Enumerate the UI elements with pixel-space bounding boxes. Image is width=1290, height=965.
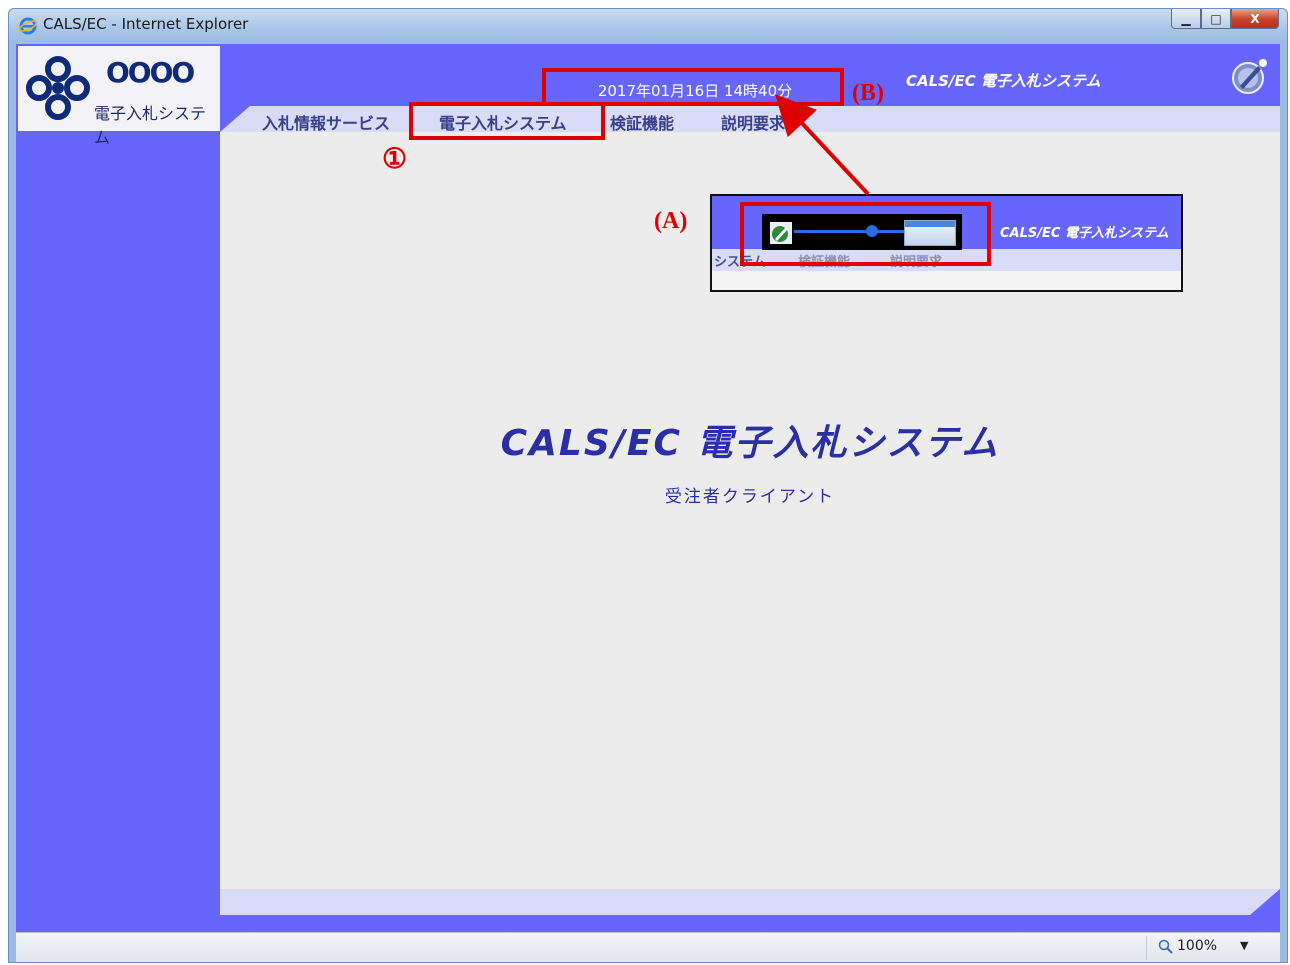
window-controls: ▁ □ X [1171,9,1279,31]
close-button[interactable]: X [1231,9,1279,29]
window-title: CALS/EC - Internet Explorer [43,15,249,33]
menu-item-explanation-request[interactable]: 説明要求 [721,110,785,134]
highlight-box-menu [409,102,605,140]
header-brand: CALS/EC 電子入札システム [906,72,1101,90]
internet-explorer-icon [19,17,37,35]
annotation-label-a: (A) [654,208,688,234]
title-bar: CALS/EC - Internet Explorer ▁ □ X [8,8,1288,42]
logo-icon [26,56,90,120]
status-bar: 100% ▼ [16,932,1280,962]
footer-corner [1250,889,1280,915]
status-divider [1146,936,1147,960]
logo-name: OOOO [106,56,195,89]
maximize-button[interactable]: □ [1201,9,1231,29]
globe-pen-icon[interactable] [1230,56,1270,96]
zoom-icon [1158,939,1173,954]
main-title: CALS/EC 電子入札システム [500,423,1000,464]
menu-item-bid-info[interactable]: 入札情報サービス [262,110,390,134]
annotation-circle-1: ① [382,144,408,175]
footer-band [220,889,1280,915]
page-viewport: OOOO 電子入札システム 2017年01月16日 14時40分 CALS/EC… [16,44,1280,932]
menu-item-verification[interactable]: 検証機能 [610,110,674,134]
logo-area: OOOO 電子入札システム [18,46,221,147]
highlight-box-loading [740,202,991,266]
minimize-button[interactable]: ▁ [1171,9,1201,29]
main-subtitle: 受注者クライアント [664,487,836,507]
chevron-down-icon[interactable]: ▼ [1240,939,1248,952]
zoom-level[interactable]: 100% [1177,938,1217,954]
menu-bar-corner [220,106,250,132]
highlight-box-datetime [542,68,844,106]
annotation-label-b: (B) [852,80,884,106]
browser-window: CALS/EC - Internet Explorer ▁ □ X OOOO 電… [0,0,1290,965]
logo-subtitle: 電子入札システム [94,104,207,147]
inset-brand: CALS/EC 電子入札システム [1000,226,1169,241]
